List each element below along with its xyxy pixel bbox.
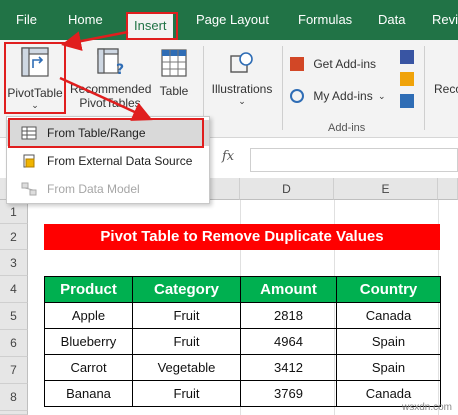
insert-highlight-box bbox=[126, 12, 178, 40]
menu-file[interactable]: File bbox=[10, 0, 43, 40]
row-header-8[interactable]: 8 bbox=[0, 384, 28, 411]
pivottable-highlight-box bbox=[4, 42, 66, 114]
cell-country[interactable]: Spain bbox=[336, 328, 441, 355]
table-label: Table bbox=[159, 84, 189, 98]
cell-product[interactable]: Blueberry bbox=[44, 328, 133, 355]
external-data-icon bbox=[23, 154, 35, 168]
column-header-d[interactable]: D bbox=[240, 178, 334, 200]
menu-review[interactable]: Revi bbox=[426, 0, 458, 40]
row-header-9[interactable] bbox=[0, 411, 28, 415]
menu-page-layout[interactable]: Page Layout bbox=[190, 0, 275, 40]
addins-icon bbox=[290, 88, 304, 103]
watermark: wsxdn.com bbox=[401, 402, 452, 413]
from-table-range-highlight-box bbox=[8, 118, 204, 148]
header-amount[interactable]: Amount bbox=[240, 276, 337, 303]
cell-amount[interactable]: 3412 bbox=[240, 354, 337, 381]
row-header-6[interactable]: 6 bbox=[0, 330, 28, 357]
table-row: Blueberry Fruit 4964 Spain bbox=[44, 328, 441, 355]
from-data-model-label: From Data Model bbox=[47, 182, 140, 196]
my-addins-label: My Add-ins bbox=[313, 88, 373, 103]
illustrations-label: Illustrations bbox=[211, 82, 273, 96]
column-header-e[interactable]: E bbox=[334, 178, 438, 200]
store-icon bbox=[290, 56, 304, 71]
cell-country[interactable]: Canada bbox=[336, 302, 441, 329]
illustrations-button[interactable]: Illustrations ⌄ bbox=[208, 46, 276, 106]
header-product[interactable]: Product bbox=[44, 276, 133, 303]
header-country[interactable]: Country bbox=[336, 276, 441, 303]
row-header-7[interactable]: 7 bbox=[0, 357, 28, 384]
table-button[interactable]: Table bbox=[154, 46, 194, 106]
bing-icon[interactable] bbox=[400, 72, 414, 86]
table-row: Banana Fruit 3769 Canada bbox=[44, 380, 441, 407]
chevron-down-icon: ⌄ bbox=[238, 96, 246, 106]
get-addins-label: Get Add-ins bbox=[313, 56, 377, 71]
sheet-title[interactable]: Pivot Table to Remove Duplicate Values bbox=[44, 224, 440, 250]
fx-icon[interactable]: fx bbox=[222, 149, 234, 164]
addins-group-label: Add-ins bbox=[328, 122, 366, 134]
ribbon-separator bbox=[424, 46, 425, 130]
row-header-3[interactable]: 3 bbox=[0, 250, 28, 276]
cell-product[interactable]: Banana bbox=[44, 380, 133, 407]
column-header-f[interactable] bbox=[438, 178, 458, 200]
illustrations-icon bbox=[230, 52, 253, 73]
ribbon-separator bbox=[282, 46, 283, 130]
menu-home[interactable]: Home bbox=[62, 0, 109, 40]
menu-item-from-data-model: From Data Model bbox=[7, 176, 209, 202]
recommended-label-2: PivotTables bbox=[79, 96, 141, 110]
recommended-pivottables-icon: ? bbox=[97, 48, 124, 78]
cell-category[interactable]: Vegetable bbox=[132, 354, 241, 381]
data-model-icon bbox=[21, 182, 37, 196]
svg-text:?: ? bbox=[116, 62, 124, 78]
menu-data[interactable]: Data bbox=[372, 0, 411, 40]
from-external-data-source-label: From External Data Source bbox=[47, 154, 193, 168]
header-category[interactable]: Category bbox=[132, 276, 241, 303]
table-icon bbox=[161, 49, 187, 77]
cell-amount[interactable]: 2818 bbox=[240, 302, 337, 329]
formula-input[interactable] bbox=[250, 148, 458, 172]
data-table: Product Category Amount Country Apple Fr… bbox=[44, 276, 441, 407]
table-row: Carrot Vegetable 3412 Spain bbox=[44, 354, 441, 381]
menu-item-from-external-data-source[interactable]: From External Data Source bbox=[7, 148, 209, 174]
cell-category[interactable]: Fruit bbox=[132, 328, 241, 355]
row-header-4[interactable]: 4 bbox=[0, 276, 28, 303]
cell-product[interactable]: Apple bbox=[44, 302, 133, 329]
menu-bar: File Home Insert Page Layout Formulas Da… bbox=[0, 0, 458, 40]
cell-category[interactable]: Fruit bbox=[132, 302, 241, 329]
cell-product[interactable]: Carrot bbox=[44, 354, 133, 381]
cell-amount[interactable]: 3769 bbox=[240, 380, 337, 407]
menu-formulas[interactable]: Formulas bbox=[292, 0, 358, 40]
my-addins-button[interactable]: My Add-ins ⌄ bbox=[290, 88, 398, 108]
visio-icon[interactable] bbox=[400, 50, 414, 64]
people-graph-icon[interactable] bbox=[400, 94, 414, 108]
row-header-2[interactable]: 2 bbox=[0, 224, 28, 250]
cell-amount[interactable]: 4964 bbox=[240, 328, 337, 355]
row-header-5[interactable]: 5 bbox=[0, 303, 28, 330]
table-header-row: Product Category Amount Country bbox=[44, 276, 441, 303]
get-addins-button[interactable]: Get Add-ins bbox=[290, 56, 388, 76]
recommended-label-1: Recommended bbox=[70, 82, 152, 96]
cell-category[interactable]: Fruit bbox=[132, 380, 241, 407]
table-row: Apple Fruit 2818 Canada bbox=[44, 302, 441, 329]
cell-country[interactable]: Spain bbox=[336, 354, 441, 381]
recommended-charts-label[interactable]: Reco bbox=[434, 82, 458, 96]
recommended-pivottables-button[interactable]: ? Recommended PivotTables bbox=[70, 46, 152, 112]
chevron-down-icon: ⌄ bbox=[378, 91, 386, 101]
